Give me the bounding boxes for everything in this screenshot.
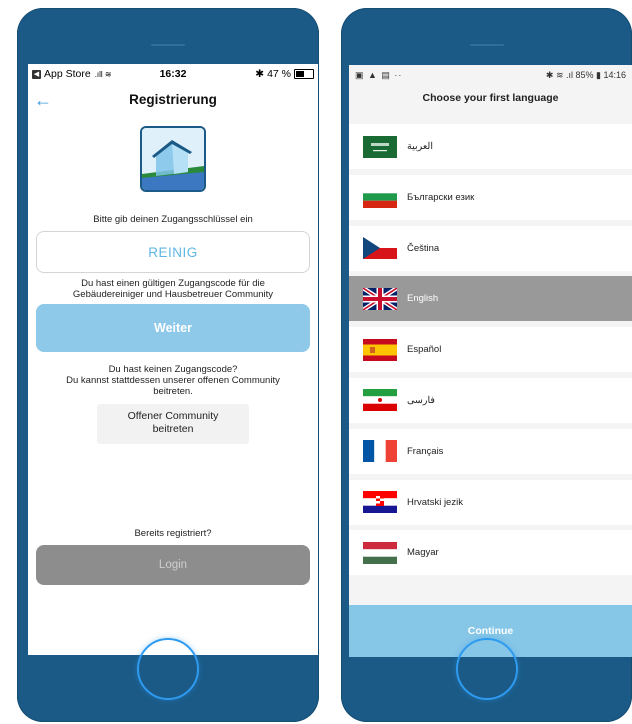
join-open-community-line: Offener Community [127,410,219,422]
iran-flag-icon [363,389,397,412]
hungary-flag-icon [363,541,397,564]
app-logo [140,126,206,192]
language-row-iran[interactable]: فارسی [349,377,632,423]
back-arrow-icon[interactable]: ← [34,84,52,116]
language-label: Français [407,445,444,457]
battery-icon [294,69,314,79]
phone-left: ◀ App Store .ıll ≋ 16:32 ✱ 47 % ← Regist… [17,8,319,722]
code-info-text: Du hast einen gültigen Zugangscode für d… [28,278,318,300]
language-label: Magyar [407,547,439,559]
language-row-hungary[interactable]: Magyar [349,530,632,576]
language-row-saudi-arabia[interactable]: العربية [349,124,632,169]
language-row-croatia[interactable]: Hrvatski jezik [349,479,632,525]
language-row-france[interactable]: Français [349,428,632,474]
page-title: Choose your first language [349,85,632,111]
language-label: فارسی [407,394,435,406]
saudi-arabia-flag-icon [363,135,397,158]
speaker-slot [469,44,504,46]
status-bar: ▣ ▲ ▤ ·· ✱ ≋ .ıl 85% ▮ 14:16 [349,65,632,85]
croatia-flag-icon [363,491,397,514]
code-info-line: Du hast einen gültigen Zugangscode für d… [81,278,265,289]
access-code-input[interactable] [36,231,310,273]
united-kingdom-flag-icon [363,287,397,310]
home-button[interactable] [137,638,199,700]
language-row-united-kingdom[interactable]: English [349,276,632,322]
status-right: ✱ ≋ .ıl 85% ▮ 14:16 [545,69,626,80]
bulgaria-flag-icon [363,186,397,209]
language-row-czech-republic[interactable]: Čeština [349,225,632,271]
house-logo-icon [142,128,204,190]
no-code-line: Du kannst stattdessen unserer offenen Co… [66,375,280,386]
code-info-line: Gebäudereiniger und Hausbetreuer Communi… [72,289,274,300]
page-title: Registrierung [129,92,217,107]
language-list: العربية Български език Čeština English Españ… [349,124,632,576]
speaker-slot [151,44,185,46]
status-time: 16:32 [159,68,187,80]
no-code-text: Du hast keinen Zugangscode? Du kannst st… [28,364,318,397]
language-row-bulgaria[interactable]: Български език [349,174,632,220]
home-button[interactable] [455,638,518,700]
already-registered-label: Bereits registriert? [134,528,212,539]
join-open-community-button[interactable]: Offener Community beitreten [97,404,249,444]
language-row-spain[interactable]: Español [349,327,632,373]
phone-right: ▣ ▲ ▤ ·· ✱ ≋ .ıl 85% ▮ 14:16 Choose your… [341,8,632,722]
czech-republic-flag-icon [363,237,397,260]
language-label: العربية [407,141,433,152]
join-open-community-line: beitreten [152,423,194,435]
nav-bar: ← Registrierung [28,84,318,116]
registration-screen: ◀ App Store .ıll ≋ 16:32 ✱ 47 % ← Regist… [28,64,318,655]
language-screen: ▣ ▲ ▤ ·· ✱ ≋ .ıl 85% ▮ 14:16 Choose your… [349,65,632,657]
next-button[interactable]: Weiter [36,304,310,352]
no-code-line: beitreten. [153,386,193,397]
language-label: Čeština [407,242,440,254]
language-label: English [407,293,439,305]
status-bar: ◀ App Store .ıll ≋ 16:32 ✱ 47 % [28,64,318,84]
notification-icons: ▣ ▲ ▤ ·· [355,69,403,80]
language-label: Български език [407,191,475,203]
no-code-line: Du hast keinen Zugangscode? [108,364,238,375]
login-button[interactable]: Login [36,545,310,585]
language-label: Hrvatski jezik [407,496,463,508]
spain-flag-icon [363,338,397,361]
language-label: Español [407,344,442,356]
access-key-prompt: Bitte gib deinen Zugangsschlüssel ein [93,214,253,225]
france-flag-icon [363,440,397,463]
